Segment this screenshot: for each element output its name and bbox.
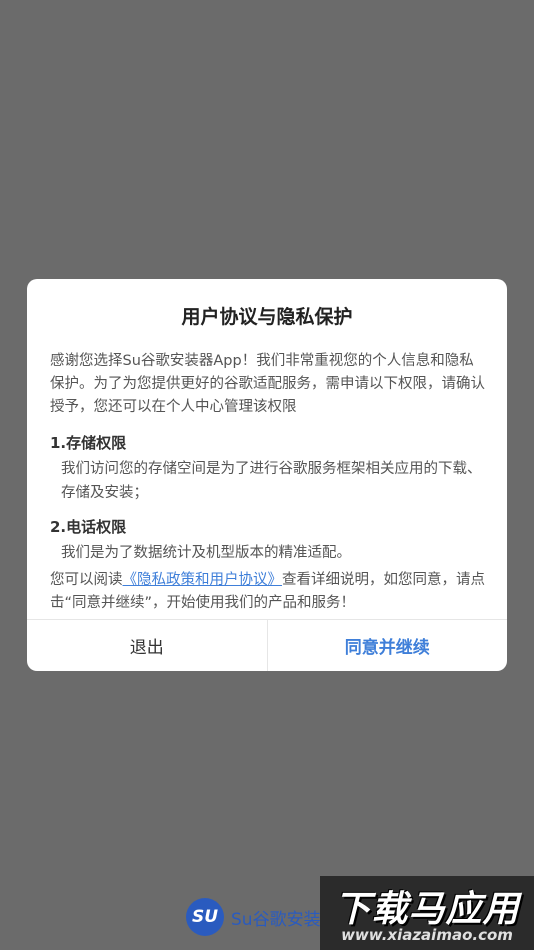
exit-button[interactable]: 退出 <box>27 620 268 671</box>
permission-storage-desc: 我们访问您的存储空间是为了进行谷歌服务框架相关应用的下载、存储及安装； <box>61 461 482 501</box>
app-brand: SU Su谷歌安装 <box>186 897 321 937</box>
dialog-footer-text: 您可以阅读《隐私政策和用户协议》查看详细说明，如您同意，请点击“同意并继续”，开… <box>50 569 485 615</box>
permission-storage-title: 1.存储权限 <box>50 434 127 452</box>
agree-continue-button[interactable]: 同意并继续 <box>268 620 508 671</box>
watermark-url: www.xiazaimao.com <box>341 926 513 944</box>
dialog-intro: 感谢您选择Su谷歌安装器App！我们非常重视您的个人信息和隐私保护。为了为您提供… <box>50 353 485 415</box>
app-logo-icon: SU <box>186 898 224 936</box>
privacy-policy-link[interactable]: 《隐私政策和用户协议》 <box>123 572 283 588</box>
site-watermark: 下载马应用 www.xiazaimao.com <box>320 876 534 950</box>
dialog-button-row: 退出 同意并继续 <box>27 619 507 671</box>
footer-prefix: 您可以阅读 <box>50 572 123 588</box>
dialog-title: 用户协议与隐私保护 <box>181 306 353 328</box>
watermark-title: 下载马应用 <box>334 889 520 930</box>
app-brand-name: Su谷歌安装 <box>231 909 321 930</box>
permission-dialog: 用户协议与隐私保护 感谢您选择Su谷歌安装器App！我们非常重视您的个人信息和隐… <box>27 279 507 671</box>
permission-phone-title: 2.电话权限 <box>50 518 127 536</box>
permission-phone-desc: 我们是为了数据统计及机型版本的精准适配。 <box>61 545 351 561</box>
